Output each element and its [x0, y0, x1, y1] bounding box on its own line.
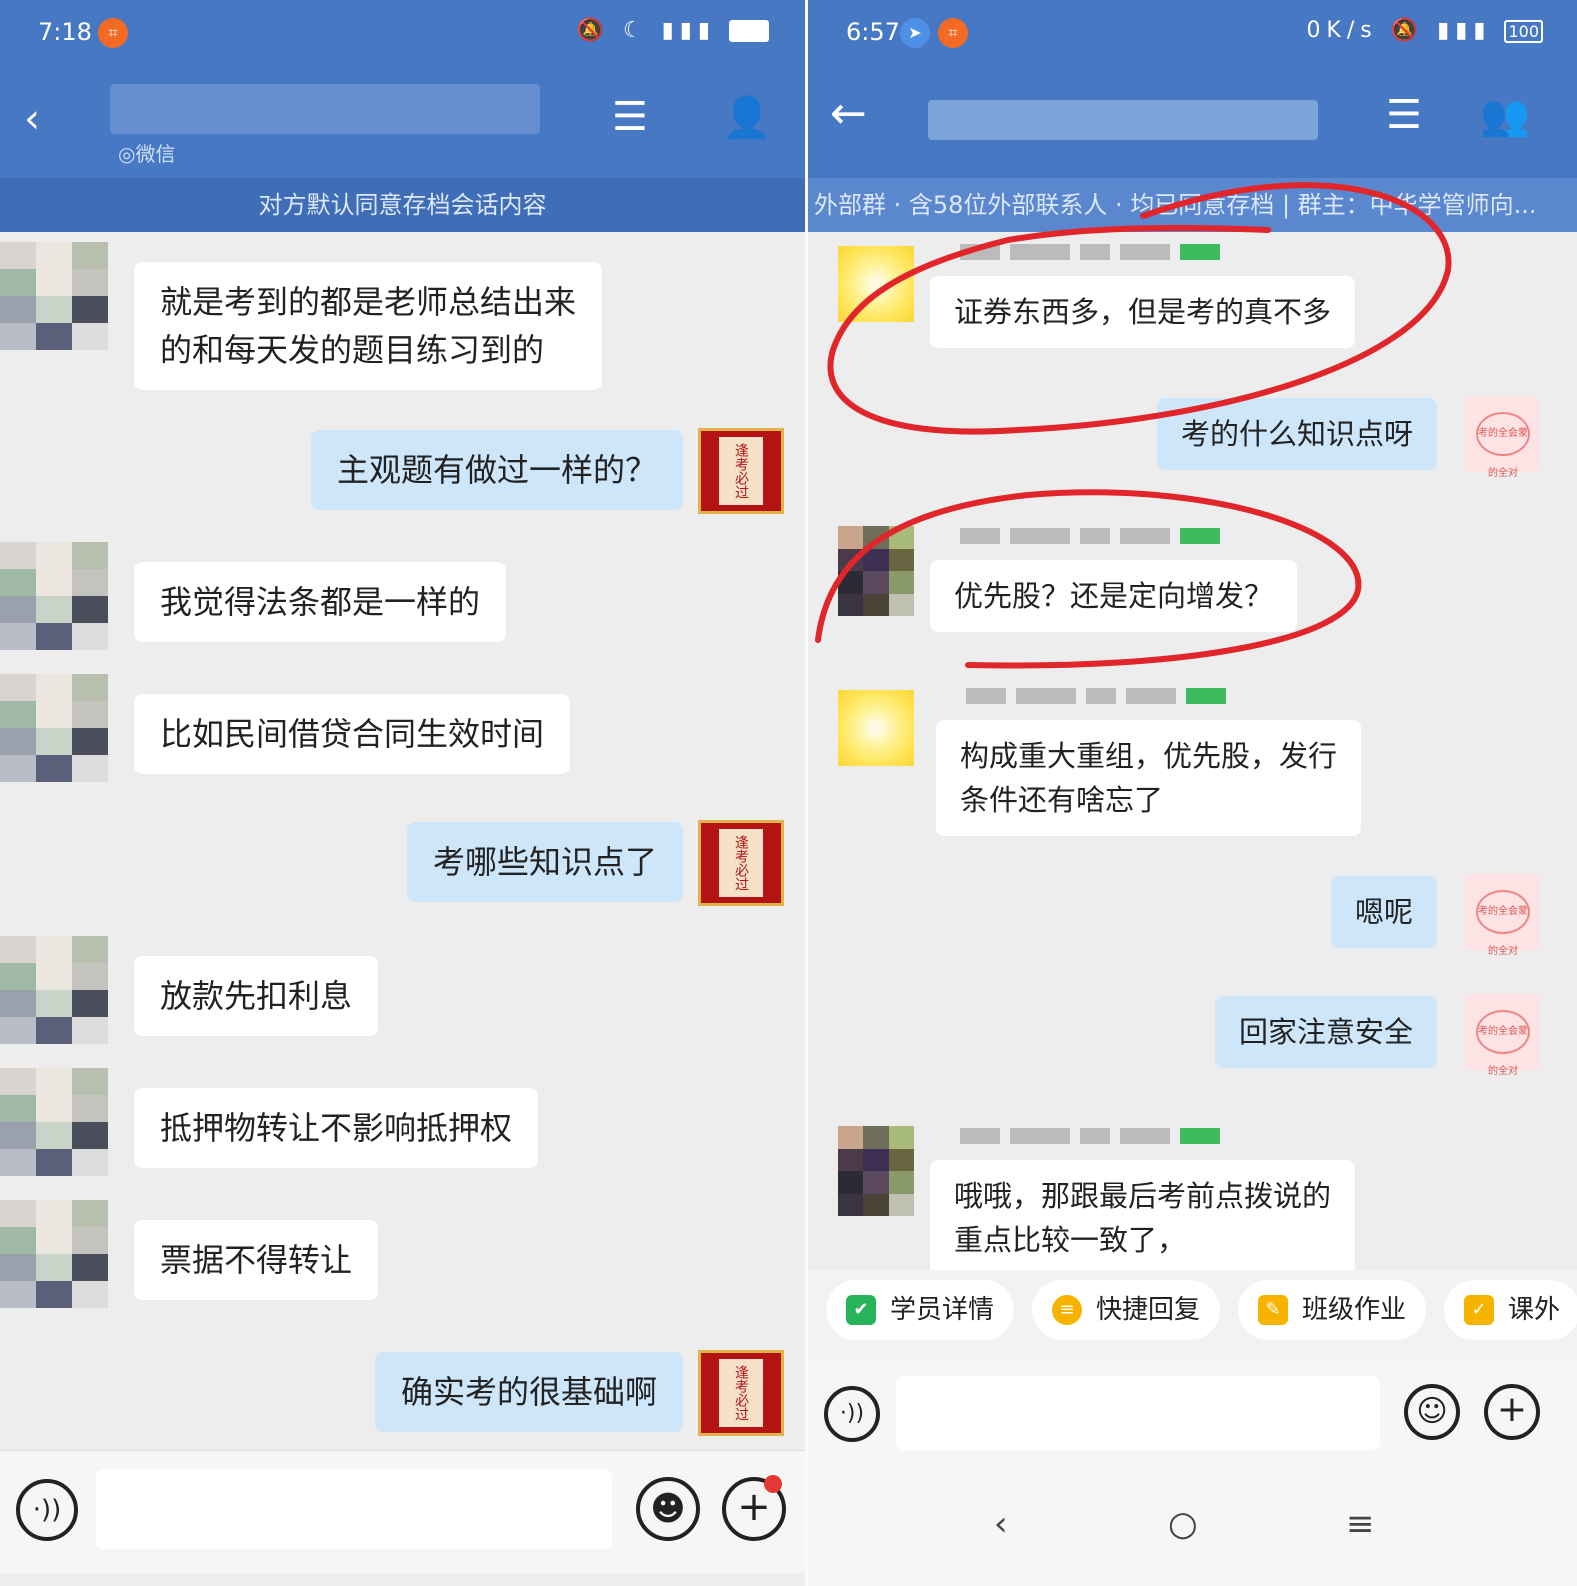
user-avatar-sticker[interactable]: 考的全会蒙的全对: [1464, 874, 1540, 957]
input-bar: ·)) ☻ +: [0, 1450, 805, 1573]
contact-avatar-blurred[interactable]: [0, 936, 108, 1044]
nav-back-icon[interactable]: ‹: [994, 1504, 1008, 1544]
chip-label: 快捷回复: [1096, 1295, 1201, 1325]
nav-home-icon[interactable]: ○: [1168, 1504, 1198, 1544]
incoming-message-bubble[interactable]: 哦哦，那跟最后考前点拨说的 重点比较一致了，: [930, 1160, 1356, 1276]
contact-avatar-blurred[interactable]: [838, 526, 914, 616]
outgoing-message-bubble[interactable]: 考的什么知识点呀: [1156, 398, 1437, 470]
nav-menu-icon[interactable]: ≡: [1346, 1504, 1375, 1544]
status-time: 7:18: [38, 18, 92, 46]
outgoing-message-bubble[interactable]: 嗯呢: [1330, 876, 1437, 948]
message-input[interactable]: [96, 1469, 612, 1549]
outgoing-message-bubble[interactable]: 确实考的很基础啊: [374, 1352, 683, 1432]
contact-avatar-blurred[interactable]: [0, 674, 108, 782]
incoming-message-bubble[interactable]: 比如民间借贷合同生效时间: [134, 694, 571, 774]
left-chat-screen: 7:18 ⌗ 🔕 ☾ ▮▮▮ ‹ ◎微信 ☰ 👤 对方默认同意存档会话内容 就是…: [0, 0, 805, 1586]
contact-avatar-blurred[interactable]: [0, 242, 108, 350]
emoji-icon[interactable]: ☺: [1404, 1384, 1460, 1440]
network-speed: 0K/s: [1306, 18, 1378, 43]
message-input[interactable]: [896, 1376, 1380, 1450]
sticker-text: 考的全会蒙的全对: [1476, 890, 1530, 957]
outgoing-message-bubble[interactable]: 主观题有做过一样的？: [310, 430, 683, 510]
input-bar: ·)) ☺ +: [808, 1360, 1577, 1470]
battery-icon: [729, 20, 769, 42]
emoji-icon[interactable]: ☻: [636, 1477, 700, 1541]
chat-title-bar: ‹ ◎微信 ☰ 👤: [0, 70, 805, 178]
contact-avatar-blurred[interactable]: [838, 246, 914, 322]
voice-input-icon[interactable]: ·)): [824, 1386, 880, 1442]
back-arrow-icon[interactable]: ‹: [24, 96, 40, 142]
status-time: 6:57: [846, 18, 900, 46]
incoming-message-bubble[interactable]: 我觉得法条都是一样的: [134, 562, 507, 642]
system-status-icons: 🔕 ☾ ▮▮▮: [577, 18, 769, 43]
sticker-text: 逢考必过: [719, 437, 763, 505]
user-avatar-sticker[interactable]: 考的全会蒙的全对: [1464, 396, 1540, 479]
screenshot-composite: 7:18 ⌗ 🔕 ☾ ▮▮▮ ‹ ◎微信 ☰ 👤 对方默认同意存档会话内容 就是…: [0, 0, 1577, 1586]
status-bar: 6:57 ➤ ⌗ 0K/s 🔕 ▮▮▮ 100: [808, 0, 1577, 70]
class-homework-chip[interactable]: ✎ 班级作业: [1238, 1280, 1427, 1340]
crop-notification-icon: ⌗: [98, 18, 128, 48]
right-chat-screen: 6:57 ➤ ⌗ 0K/s 🔕 ▮▮▮ 100 ← ☰ 👥 外部群 · 含58位…: [808, 0, 1577, 1586]
contact-avatar-blurred[interactable]: [838, 690, 914, 766]
contact-avatar-blurred[interactable]: [0, 542, 108, 650]
user-avatar-sticker[interactable]: 逢考必过: [698, 428, 784, 514]
contact-avatar-blurred[interactable]: [0, 1068, 108, 1176]
incoming-message-bubble[interactable]: 证券东西多，但是考的真不多: [930, 276, 1356, 348]
incoming-message-bubble[interactable]: 就是考到的都是老师总结出来 的和每天发的题目练习到的: [134, 262, 603, 390]
incoming-message-bubble[interactable]: 构成重大重组，优先股，发行 条件还有啥忘了: [936, 720, 1362, 836]
incoming-message-bubble[interactable]: 放款先扣利息: [134, 956, 379, 1036]
send-notification-icon: ➤: [900, 18, 930, 48]
outgoing-message-bubble[interactable]: 考哪些知识点了: [406, 822, 683, 902]
sticker-text: 考的全会蒙的全对: [1476, 412, 1530, 479]
incoming-message-bubble[interactable]: 抵押物转让不影响抵押权: [134, 1088, 539, 1168]
chat-source-label: ◎微信: [118, 142, 176, 166]
profile-icon[interactable]: 👤: [722, 94, 772, 141]
menu-icon[interactable]: ☰: [612, 94, 648, 140]
sender-name-redacted: [960, 1128, 1220, 1150]
sender-name-redacted: [960, 528, 1220, 550]
archive-notice: 对方默认同意存档会话内容: [0, 178, 805, 232]
add-attachment-icon[interactable]: +: [1484, 1384, 1540, 1440]
voice-input-icon[interactable]: ·)): [16, 1479, 78, 1541]
outgoing-message-bubble[interactable]: 回家注意安全: [1214, 996, 1437, 1068]
user-avatar-sticker[interactable]: 逢考必过: [698, 1350, 784, 1436]
sticker-text: 逢考必过: [719, 829, 763, 897]
new-feature-dot: [764, 1475, 782, 1493]
sender-name-redacted: [966, 688, 1226, 710]
incoming-message-bubble[interactable]: 票据不得转让: [134, 1220, 379, 1300]
chip-label: 学员详情: [890, 1295, 995, 1325]
user-avatar-sticker[interactable]: 逢考必过: [698, 820, 784, 906]
chat-title-redacted: [928, 100, 1318, 140]
extracurricular-chip[interactable]: ✓ 课外: [1444, 1280, 1577, 1340]
quick-reply-chip[interactable]: ≡ 快捷回复: [1032, 1280, 1221, 1340]
battery-level: 100: [1504, 20, 1543, 43]
back-arrow-icon[interactable]: ←: [830, 88, 867, 139]
user-avatar-sticker[interactable]: 考的全会蒙的全对: [1464, 994, 1540, 1077]
contact-avatar-blurred[interactable]: [838, 1126, 914, 1216]
system-status-icons: 0K/s 🔕 ▮▮▮ 100: [1306, 18, 1543, 43]
group-members-icon[interactable]: 👥: [1480, 92, 1530, 139]
sender-name-redacted: [960, 244, 1220, 266]
chat-title-redacted: [110, 84, 540, 134]
student-details-chip[interactable]: ✔ 学员详情: [826, 1280, 1015, 1340]
chip-label: 课外: [1508, 1295, 1561, 1325]
contact-avatar-blurred[interactable]: [0, 1200, 108, 1308]
sticker-text: 考的全会蒙的全对: [1476, 1010, 1530, 1077]
chat-settings-icon[interactable]: ☰: [1386, 92, 1422, 138]
status-bar: 7:18 ⌗ 🔕 ☾ ▮▮▮: [0, 0, 805, 70]
quick-action-bar: ✔ 学员详情 ≡ 快捷回复 ✎ 班级作业 ✓ 课外: [808, 1270, 1577, 1360]
chip-label: 班级作业: [1302, 1295, 1407, 1325]
system-navigation-bar: ‹ ○ ≡: [808, 1470, 1577, 1586]
incoming-message-bubble[interactable]: 优先股？还是定向增发？: [930, 560, 1298, 632]
group-info-notice: 外部群 · 含58位外部联系人 · 均已同意存档 | 群主：中华学管师向...: [808, 178, 1577, 232]
chat-title-bar: ← ☰ 👥: [808, 70, 1577, 178]
crop-notification-icon: ⌗: [938, 18, 968, 48]
sticker-text: 逢考必过: [719, 1359, 763, 1427]
